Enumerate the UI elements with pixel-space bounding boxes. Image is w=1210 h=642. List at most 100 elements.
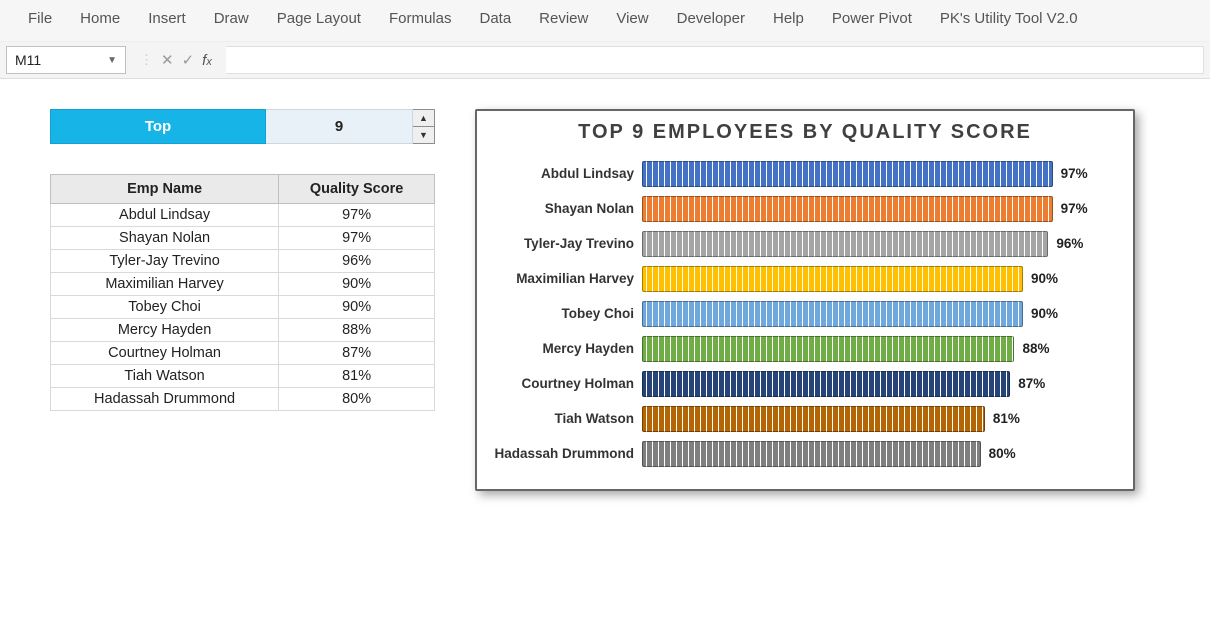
- spinner-up-icon[interactable]: ▲: [413, 110, 434, 127]
- menu-data[interactable]: Data: [479, 10, 511, 27]
- table-row[interactable]: Abdul Lindsay97%: [51, 204, 435, 227]
- table-cell[interactable]: Hadassah Drummond: [51, 388, 279, 411]
- menu-developer[interactable]: Developer: [677, 10, 745, 27]
- left-panel: Top 9 ▲ ▼ Emp NameQuality Score Abdul Li…: [50, 109, 435, 411]
- bar-track: 81%: [642, 406, 1123, 432]
- bar-category-label: Courtney Holman: [487, 376, 642, 391]
- bar-value-label: 90%: [1031, 306, 1058, 321]
- bar-row: Mercy Hayden 88%: [487, 331, 1123, 366]
- bar-track: 80%: [642, 441, 1123, 467]
- table-row[interactable]: Tiah Watson81%: [51, 365, 435, 388]
- menu-pk-s-utility-tool-v2-0[interactable]: PK's Utility Tool V2.0: [940, 10, 1078, 27]
- table-cell[interactable]: 88%: [279, 319, 435, 342]
- bar-fill: [642, 441, 981, 467]
- table-cell[interactable]: 90%: [279, 296, 435, 319]
- bar-row: Tobey Choi90%: [487, 296, 1123, 331]
- menu-power-pivot[interactable]: Power Pivot: [832, 10, 912, 27]
- bar-row: Hadassah Drummond 80%: [487, 436, 1123, 471]
- bar-category-label: Tyler-Jay Trevino: [487, 236, 642, 251]
- table-cell[interactable]: Maximilian Harvey: [51, 273, 279, 296]
- table-row[interactable]: Courtney Holman87%: [51, 342, 435, 365]
- menu-draw[interactable]: Draw: [214, 10, 249, 27]
- table-row[interactable]: Hadassah Drummond80%: [51, 388, 435, 411]
- top-value-cell[interactable]: 9: [266, 109, 413, 144]
- table-row[interactable]: Maximilian Harvey90%: [51, 273, 435, 296]
- bar-track: 90%: [642, 266, 1123, 292]
- table-cell[interactable]: Shayan Nolan: [51, 227, 279, 250]
- bar-category-label: Maximilian Harvey: [487, 271, 642, 286]
- table-cell[interactable]: 90%: [279, 273, 435, 296]
- name-box-value: M11: [15, 52, 41, 68]
- table-header[interactable]: Quality Score: [279, 175, 435, 204]
- bar-fill: [642, 196, 1053, 222]
- worksheet-area: Top 9 ▲ ▼ Emp NameQuality Score Abdul Li…: [0, 79, 1210, 501]
- table-row[interactable]: Tyler-Jay Trevino96%: [51, 250, 435, 273]
- bar-track: 97%: [642, 196, 1123, 222]
- employee-table[interactable]: Emp NameQuality Score Abdul Lindsay97%Sh…: [50, 174, 435, 411]
- formula-input[interactable]: [226, 46, 1204, 74]
- bar-fill: [642, 231, 1048, 257]
- chart-plot-area: Abdul Lindsay97%Shayan Nolan97%Tyler-Jay…: [487, 156, 1123, 471]
- table-cell[interactable]: Tyler-Jay Trevino: [51, 250, 279, 273]
- table-row[interactable]: Shayan Nolan97%: [51, 227, 435, 250]
- cancel-formula-icon[interactable]: ✕: [161, 51, 174, 69]
- bar-value-label: 88%: [1022, 341, 1049, 356]
- bar-fill: [642, 371, 1010, 397]
- table-cell[interactable]: Courtney Holman: [51, 342, 279, 365]
- accept-formula-icon[interactable]: ✓: [182, 51, 195, 69]
- table-cell[interactable]: Mercy Hayden: [51, 319, 279, 342]
- bar-category-label: Shayan Nolan: [487, 201, 642, 216]
- bar-category-label: Hadassah Drummond: [487, 446, 642, 461]
- bar-category-label: Tiah Watson: [487, 411, 642, 426]
- menu-file[interactable]: File: [28, 10, 52, 27]
- menu-home[interactable]: Home: [80, 10, 120, 27]
- bar-category-label: Abdul Lindsay: [487, 166, 642, 181]
- table-cell[interactable]: Tobey Choi: [51, 296, 279, 319]
- menu-review[interactable]: Review: [539, 10, 588, 27]
- table-cell[interactable]: Abdul Lindsay: [51, 204, 279, 227]
- spinner-control[interactable]: ▲ ▼: [413, 109, 435, 144]
- menu-insert[interactable]: Insert: [148, 10, 186, 27]
- bar-fill: [642, 406, 985, 432]
- chart-title: TOP 9 EMPLOYEES BY QUALITY SCORE: [487, 121, 1123, 144]
- table-header[interactable]: Emp Name: [51, 175, 279, 204]
- formula-bar: M11 ▼ ⋮ ✕ ✓ fx: [0, 42, 1210, 79]
- top-n-selector: Top 9 ▲ ▼: [50, 109, 435, 144]
- bar-track: 88%: [642, 336, 1123, 362]
- table-cell[interactable]: 97%: [279, 227, 435, 250]
- chart-card[interactable]: TOP 9 EMPLOYEES BY QUALITY SCORE Abdul L…: [475, 109, 1135, 491]
- table-cell[interactable]: 80%: [279, 388, 435, 411]
- chevron-down-icon[interactable]: ▼: [107, 55, 117, 66]
- bar-value-label: 87%: [1018, 376, 1045, 391]
- bar-fill: [642, 301, 1023, 327]
- formula-controls: ⋮ ✕ ✓ fx: [132, 51, 220, 69]
- bar-row: Shayan Nolan97%: [487, 191, 1123, 226]
- table-row[interactable]: Tobey Choi90%: [51, 296, 435, 319]
- fx-icon[interactable]: fx: [202, 52, 212, 69]
- spinner-down-icon[interactable]: ▼: [413, 127, 434, 143]
- menu-page-layout[interactable]: Page Layout: [277, 10, 361, 27]
- bar-row: Tyler-Jay Trevino 96%: [487, 226, 1123, 261]
- table-cell[interactable]: 96%: [279, 250, 435, 273]
- bar-fill: [642, 336, 1014, 362]
- table-cell[interactable]: Tiah Watson: [51, 365, 279, 388]
- menu-help[interactable]: Help: [773, 10, 804, 27]
- table-cell[interactable]: 87%: [279, 342, 435, 365]
- bar-row: Courtney Holman 87%: [487, 366, 1123, 401]
- name-box[interactable]: M11 ▼: [6, 46, 126, 74]
- bar-value-label: 97%: [1061, 166, 1088, 181]
- table-row[interactable]: Mercy Hayden88%: [51, 319, 435, 342]
- bar-category-label: Mercy Hayden: [487, 341, 642, 356]
- bar-row: Maximilian Harvey90%: [487, 261, 1123, 296]
- menu-formulas[interactable]: Formulas: [389, 10, 452, 27]
- table-cell[interactable]: 97%: [279, 204, 435, 227]
- top-label-cell[interactable]: Top: [50, 109, 266, 144]
- bar-value-label: 81%: [993, 411, 1020, 426]
- bar-track: 96%: [642, 231, 1123, 257]
- bar-value-label: 96%: [1056, 236, 1083, 251]
- table-cell[interactable]: 81%: [279, 365, 435, 388]
- separator-icon: ⋮: [140, 52, 153, 68]
- menu-view[interactable]: View: [616, 10, 648, 27]
- bar-value-label: 80%: [989, 446, 1016, 461]
- bar-track: 87%: [642, 371, 1123, 397]
